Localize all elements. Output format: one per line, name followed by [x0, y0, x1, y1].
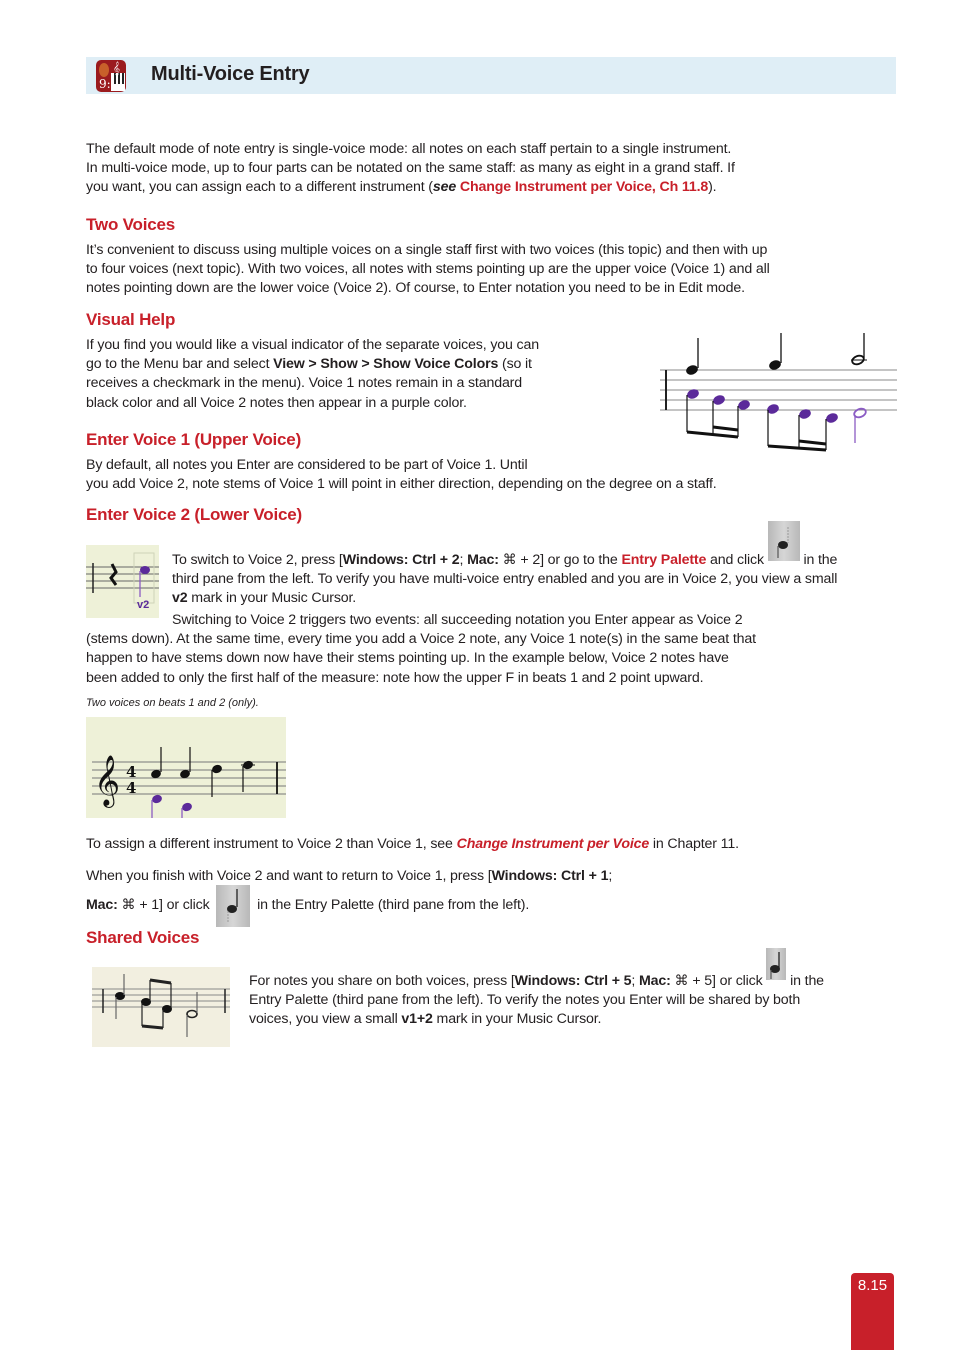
shared-voice-palette-button[interactable]	[766, 948, 787, 981]
heading-enter-voice-1: Enter Voice 1 (Upper Voice)	[86, 430, 302, 449]
v2-mark: v2	[137, 599, 150, 611]
figure-caption: Two voices on beats 1 and 2 (only).	[86, 697, 259, 709]
intro-line: In multi-voice mode, up to four parts ca…	[86, 160, 735, 177]
shared-voices-figure	[92, 967, 230, 1047]
page-number-tab: 8.15	[851, 1273, 894, 1350]
intro-line: you want, you can assign each to a diffe…	[86, 179, 717, 196]
two-voices-figure: 𝄞 4 4	[86, 717, 286, 834]
switch-events-paragraph: Switching to Voice 2 triggers two events…	[86, 612, 756, 686]
svg-text:𝄞: 𝄞	[94, 755, 120, 808]
see-label: see	[432, 179, 457, 196]
page-title: Multi-Voice Entry	[151, 63, 310, 85]
voice-1-palette-button[interactable]	[216, 885, 251, 927]
assign-instrument-paragraph: To assign a different instrument to Voic…	[86, 836, 739, 852]
shared-voices-paragraph: For notes you share on both voices, pres…	[249, 948, 889, 1030]
change-instrument-per-voice-link[interactable]: Change Instrument per Voice	[457, 836, 650, 852]
change-instrument-link[interactable]: Change Instrument per Voice, Ch 11.8	[460, 179, 708, 195]
enter-voice-1-paragraph: By default, all notes you Enter are cons…	[86, 457, 717, 493]
v1-2-label: v1+2	[401, 1011, 433, 1028]
v2-label: v2	[172, 590, 188, 607]
v2-cursor-figure: v2	[86, 545, 159, 618]
visual-help-paragraph: If you find you would like a visual indi…	[86, 337, 539, 411]
heading-visual-help: Visual Help	[86, 310, 176, 329]
svg-text:9:: 9:	[99, 77, 111, 91]
voice-2-palette-button[interactable]	[767, 521, 800, 562]
intro-paragraph: The default mode of note entry is single…	[86, 140, 866, 198]
app-logo-icon: 𝄞 9:	[96, 60, 126, 92]
heading-two-voices: Two Voices	[86, 215, 176, 234]
voice-colors-figure	[655, 328, 900, 463]
return-voice-1-line2: Mac: ⌘ + 1] or click in the Entry Palett…	[86, 885, 866, 927]
svg-text:𝄞: 𝄞	[113, 61, 120, 75]
entry-palette-link[interactable]: Entry Palette	[621, 552, 706, 568]
menu-path: View > Show > Show Voice Colors	[273, 356, 499, 373]
intro-line: The default mode of note entry is single…	[86, 141, 732, 157]
return-voice-1-paragraph: When you finish with Voice 2 and want to…	[86, 868, 613, 884]
switch-voice-2-paragraph: To switch to Voice 2, press [Windows: Ct…	[172, 521, 902, 609]
two-voices-paragraph: It’s convenient to discuss using multipl…	[86, 242, 770, 297]
svg-text:4: 4	[126, 779, 136, 797]
heading-shared-voices: Shared Voices	[86, 928, 200, 947]
page-number: 8.15	[857, 1277, 888, 1294]
heading-enter-voice-2: Enter Voice 2 (Lower Voice)	[86, 505, 302, 524]
